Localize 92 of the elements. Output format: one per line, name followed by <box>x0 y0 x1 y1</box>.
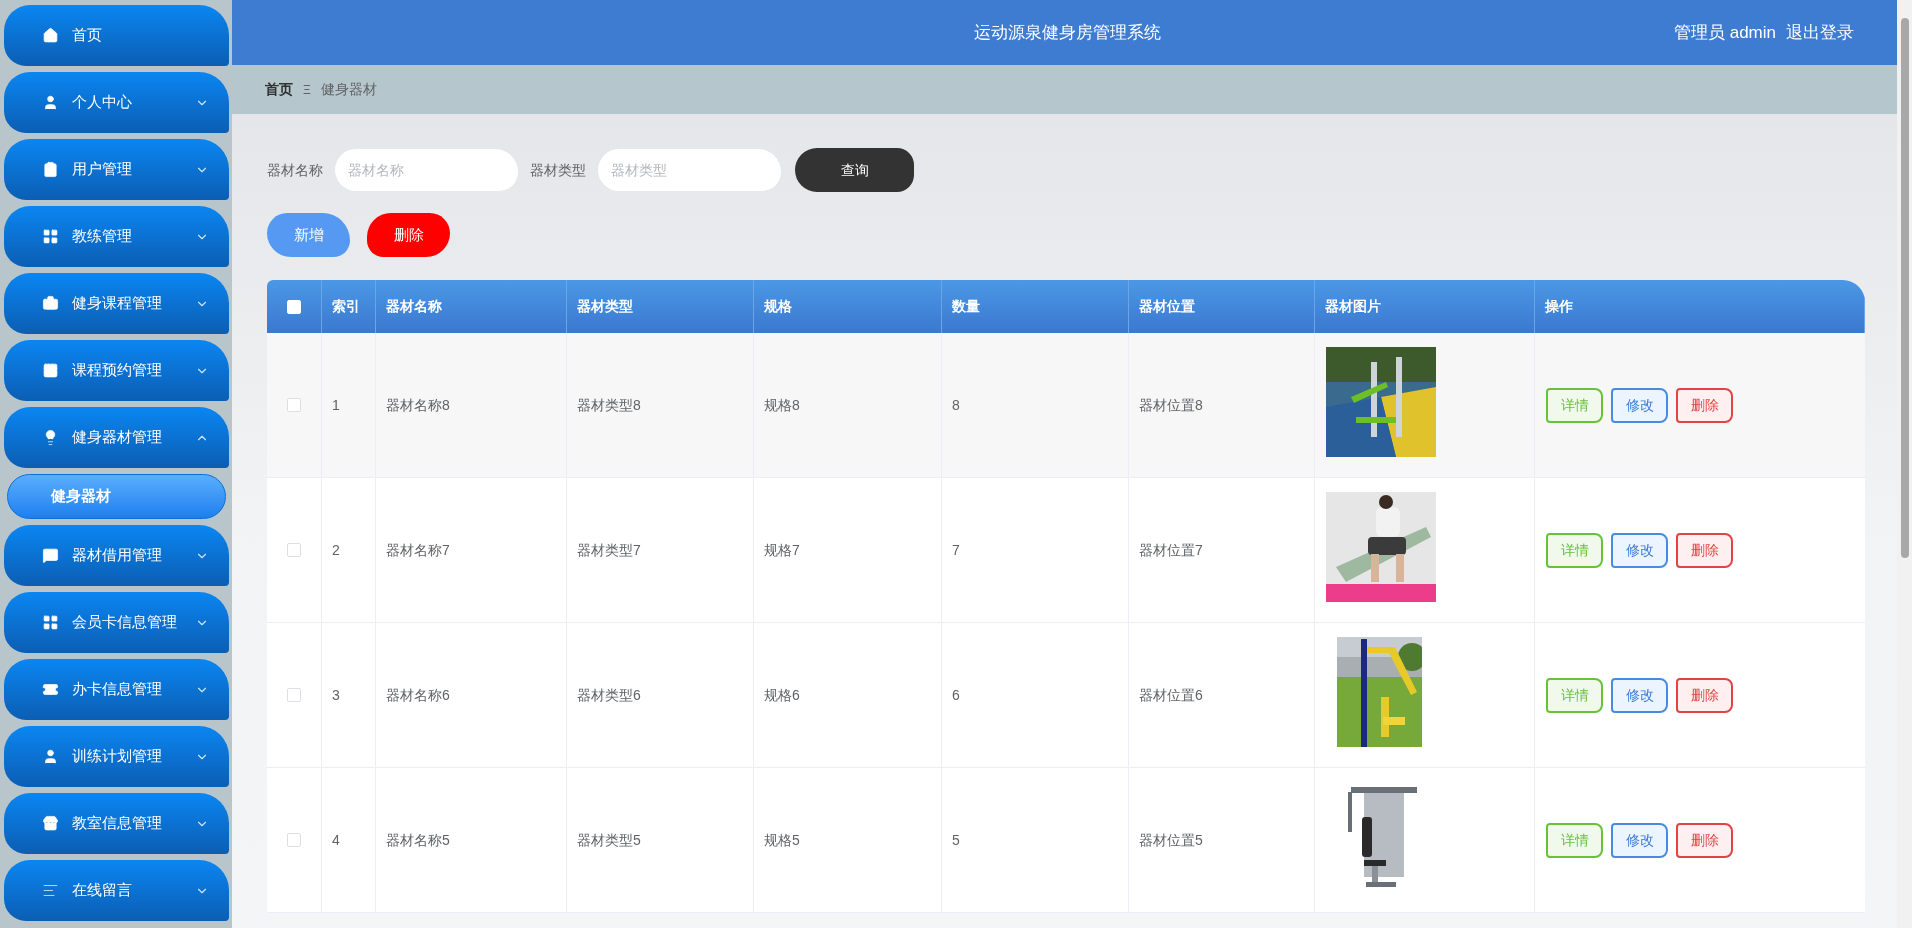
sidebar-label: 个人中心 <box>72 92 133 113</box>
grid-icon <box>42 614 59 631</box>
sidebar-item[interactable]: 在线留言 <box>4 860 229 921</box>
table-cell-text: 规格8 <box>764 395 800 415</box>
sidebar-label: 课程预约管理 <box>72 360 163 381</box>
breadcrumb-separator: Ξ <box>303 81 311 99</box>
sidebar-label: 首页 <box>72 25 103 46</box>
table-cell-text: 器材类型7 <box>577 540 641 560</box>
sidebar-label: 教室信息管理 <box>72 813 163 834</box>
sidebar-item[interactable]: 健身课程管理 <box>4 273 229 334</box>
chat-icon <box>42 547 59 564</box>
add-button[interactable]: 新增 <box>267 213 350 257</box>
table-cell-text: 8 <box>952 395 960 415</box>
search-field[interactable]: 器材类型 <box>598 149 781 191</box>
sidebar-label: 在线留言 <box>72 880 133 901</box>
user-icon <box>42 748 59 765</box>
table-cell-text: 器材名称6 <box>386 685 450 705</box>
sidebar-item[interactable]: 个人中心 <box>4 72 229 133</box>
breadcrumb-link[interactable]: 首页 <box>265 79 293 100</box>
table-cell-text: 规格7 <box>764 540 800 560</box>
breadcrumb-current: 健身器材 <box>320 80 377 99</box>
sidebar-item[interactable]: 器材借用管理 <box>4 525 229 586</box>
delete-button[interactable]: 删除 <box>1676 677 1733 713</box>
table-cell-text: 器材位置7 <box>1139 540 1203 560</box>
user-label: 管理员 admin <box>1673 21 1776 44</box>
sidebar-item[interactable]: 健身器材管理 <box>4 407 229 468</box>
sidebar-item[interactable]: 办卡信息管理 <box>4 659 229 720</box>
delete-button[interactable]: 删除 <box>1676 532 1733 568</box>
checkbox[interactable] <box>287 833 301 847</box>
sidebar-label: 教练管理 <box>72 226 133 247</box>
table-cell-text: 1 <box>332 395 340 415</box>
table-cell-text: 器材位置6 <box>1139 685 1203 705</box>
sidebar-label: 健身器材管理 <box>72 427 163 448</box>
table-cell-text: 7 <box>952 540 960 560</box>
table-cell-text: 器材名称7 <box>386 540 450 560</box>
edit-button[interactable]: 修改 <box>1611 822 1668 858</box>
sidebar-item[interactable]: 用户管理 <box>4 139 229 200</box>
list-icon <box>42 882 59 899</box>
details-button[interactable]: 详情 <box>1546 387 1603 423</box>
checkbox[interactable] <box>287 543 301 557</box>
table-cell-text: 5 <box>952 830 960 850</box>
home-icon <box>42 27 59 44</box>
table-cell-text: 3 <box>332 685 340 705</box>
store-icon <box>42 815 59 832</box>
ticket-icon <box>42 681 59 698</box>
table-cell-text: 器材类型5 <box>577 830 641 850</box>
submenu-item[interactable]: 健身器材 <box>7 474 226 519</box>
table-cell-text: 4 <box>332 830 340 850</box>
sidebar-label: 训练计划管理 <box>72 746 163 767</box>
details-button[interactable]: 详情 <box>1546 677 1603 713</box>
sidebar-label: 健身课程管理 <box>72 293 163 314</box>
briefcase-icon <box>42 295 59 312</box>
table-cell-text: 器材名称5 <box>386 830 450 850</box>
table-cell-text: 器材位置5 <box>1139 830 1203 850</box>
table-cell-text: 规格6 <box>764 685 800 705</box>
search-button[interactable]: 查询 <box>795 148 914 192</box>
table-cell-text: 2 <box>332 540 340 560</box>
sidebar-item[interactable]: 首页 <box>4 5 229 66</box>
sidebar-label: 办卡信息管理 <box>72 679 163 700</box>
delete-button[interactable]: 删除 <box>1676 387 1733 423</box>
grid-icon <box>42 362 59 379</box>
grid-icon <box>42 228 59 245</box>
sidebar-label: 会员卡信息管理 <box>72 612 178 633</box>
clipboard-icon <box>42 161 59 178</box>
edit-button[interactable]: 修改 <box>1611 532 1668 568</box>
sidebar-item[interactable]: 训练计划管理 <box>4 726 229 787</box>
edit-button[interactable]: 修改 <box>1611 387 1668 423</box>
sidebar-item[interactable]: 教室信息管理 <box>4 793 229 854</box>
system-title: 运动源泉健身房管理系统 <box>974 21 1162 44</box>
delete-button[interactable]: 删除 <box>1676 822 1733 858</box>
checkbox[interactable] <box>287 688 301 702</box>
checkbox[interactable] <box>287 398 301 412</box>
sidebar-label: 用户管理 <box>72 159 133 180</box>
table-cell-text: 器材位置8 <box>1139 395 1203 415</box>
table-cell-text: 器材类型8 <box>577 395 641 415</box>
table-cell-text: 6 <box>952 685 960 705</box>
sidebar-item[interactable]: 课程预约管理 <box>4 340 229 401</box>
logout-link[interactable]: 退出登录 <box>1786 19 1854 46</box>
table-cell-text: 规格5 <box>764 830 800 850</box>
table-cell-text: 器材类型6 <box>577 685 641 705</box>
details-button[interactable]: 详情 <box>1546 532 1603 568</box>
delete-button[interactable]: 删除 <box>367 213 450 257</box>
sidebar-label: 器材借用管理 <box>72 545 163 566</box>
sidebar-item[interactable]: 会员卡信息管理 <box>4 592 229 653</box>
field-label: 器材类型 <box>530 160 586 180</box>
user-icon <box>42 94 59 111</box>
sidebar-item[interactable]: 教练管理 <box>4 206 229 267</box>
search-field[interactable]: 器材名称 <box>335 149 518 191</box>
table-cell-text: 器材名称8 <box>386 395 450 415</box>
field-label: 器材名称 <box>267 160 323 180</box>
details-button[interactable]: 详情 <box>1546 822 1603 858</box>
edit-button[interactable]: 修改 <box>1611 677 1668 713</box>
